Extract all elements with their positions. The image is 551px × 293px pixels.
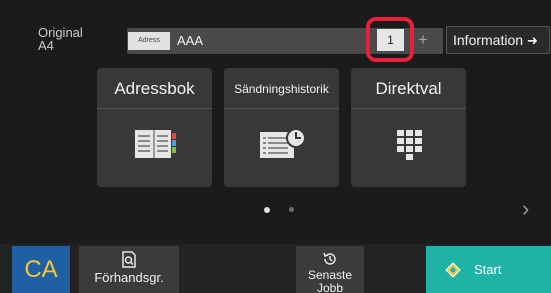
information-button[interactable]: Information ➜ <box>446 26 550 54</box>
screen: Original A4 Adress AAA 1 + Information ➜ … <box>0 0 551 293</box>
start-label: Start <box>474 262 502 277</box>
recent-jobs-button[interactable]: Senaste Jobb <box>296 246 364 293</box>
tile-address-book[interactable]: Adressbok <box>97 68 212 187</box>
start-icon <box>445 262 461 278</box>
count-highlight <box>366 17 414 62</box>
tile-label: Adressbok <box>114 79 195 98</box>
ca-button[interactable]: CA <box>12 246 70 293</box>
original-size-info[interactable]: Original A4 <box>38 26 83 52</box>
recent-label-line2: Jobb <box>316 281 344 293</box>
tile-divider <box>97 108 212 109</box>
history-icon <box>323 252 336 265</box>
paper-size-label: A4 <box>38 38 54 53</box>
address-badge: Adress <box>128 32 170 50</box>
plus-button[interactable]: + <box>418 27 428 53</box>
sending-history-icon <box>260 128 306 158</box>
tile-direct-entry[interactable]: Direktval <box>351 68 466 187</box>
page-dot-active[interactable] <box>264 207 270 213</box>
arrow-right-icon: ➜ <box>527 33 538 48</box>
tile-sending-history[interactable]: Sändningshistorik <box>224 68 339 187</box>
preview-label: Förhandsgr. <box>94 270 164 285</box>
tile-label: Direktval <box>375 79 442 98</box>
address-book-icon <box>135 130 176 158</box>
tile-divider <box>351 108 466 109</box>
tile-divider <box>224 108 339 109</box>
address-value: AAA <box>177 33 204 48</box>
preview-icon <box>122 251 136 268</box>
chevron-right-icon[interactable]: › <box>522 196 529 222</box>
start-button[interactable]: Start <box>426 246 551 293</box>
preview-button[interactable]: Förhandsgr. <box>79 246 179 293</box>
tile-label: Sändningshistorik <box>234 82 329 96</box>
recent-label-line1: Senaste <box>307 268 353 282</box>
page-dot[interactable] <box>289 207 294 212</box>
keypad-icon <box>397 130 422 160</box>
information-label: Information <box>453 32 524 48</box>
